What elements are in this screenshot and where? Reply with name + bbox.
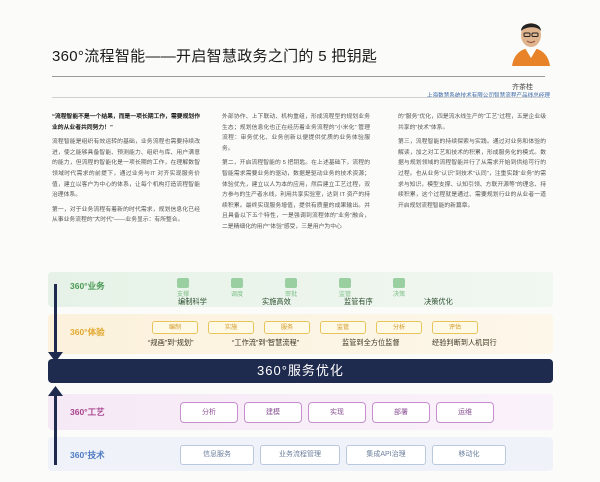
technology-chip: 信息服务 [180,445,254,465]
business-item-dispatch: 调度 [226,278,248,298]
article-column-1: “流程智能不是一个结果，而是一项长期工作，需要规划作业的从业者共同努力！” 流程… [52,112,200,230]
experience-chip: 编制 [152,321,198,334]
experience-band [48,314,553,354]
process-chip: 建模 [244,402,302,423]
support-icon [177,278,189,288]
paragraph: 外部协作、上下联动、机构重组，形成流程型的规划业务生态；规划信息化也正在经历着业… [222,114,370,152]
process-chip: 实现 [308,402,366,423]
article-column-2: 外部协作、上下联动、机构重组，形成流程型的规划业务生态；规划信息化也正在经历着业… [222,112,370,237]
approval-icon [285,278,297,288]
paragraph: 第一，对于业务流程有着新的时代需求，规划信息化已经从事业务流程的“大时代”——业… [52,206,200,224]
process-chip: 分析 [180,402,238,423]
business-outcome: 决策优化 [424,297,453,306]
article-title: 360°流程智能——开启智慧政务之门的 5 把钥匙 [52,48,378,65]
arrow-up-shaft [54,395,57,465]
technology-chip: 移动化 [432,445,506,465]
business-item-support: 支撑 [172,278,194,298]
decision-icon [393,278,405,288]
header-bottom-divider [52,97,545,98]
technology-chip: 集成API治理 [346,445,426,465]
technology-chip: 业务流程管理 [260,445,340,465]
technology-label: 360°技术 [70,450,105,460]
author-photo [508,14,554,66]
business-outcome: 实施高效 [262,297,291,306]
arrow-down-shaft [54,284,57,354]
experience-chip: 评估 [432,321,478,334]
experience-outcome: 经验判断到人机同行 [432,338,497,347]
title-divider [52,76,545,77]
business-item-supervision: 监管 [334,278,356,298]
business-item-approval: 审批 [280,278,302,298]
experience-chip: 分析 [376,321,422,334]
experience-label: 360°体验 [70,327,105,337]
process-chip: 运维 [436,402,494,423]
paragraph: 第二，开启流程智能的 5 把钥匙。在上述基础下，流程的智能需求需要业务的驱动，数… [222,160,370,230]
experience-chip: 监管 [320,321,366,334]
process-chip: 部署 [372,402,430,423]
business-label: 360°业务 [70,281,105,291]
paragraph: 的“服务”优化，四是流水线生产的“工艺”过程，五是企业级共享的“技术”体系。 [398,114,546,131]
business-outcome: 编制科学 [178,297,207,306]
experience-outcome: “工作流”到“智慧流程” [232,338,300,347]
paragraph: 流程智能是组织有效运转的基础，业务流程也需要持续改进，使之能够具备智能、预测能力… [52,139,200,199]
supervision-icon [339,278,351,288]
business-item-decision: 决策 [388,278,410,298]
pull-quote: “流程智能不是一个结果，而是一项长期工作，需要规划作业的从业者共同努力！” [52,114,200,131]
experience-chip: 实施 [208,321,254,334]
service-optimization-label: 360°服务优化 [257,363,344,378]
experience-chip: 服务 [264,321,310,334]
article-column-3: 的“服务”优化，四是流水线生产的“工艺”过程，五是企业级共享的“技术”体系。 第… [398,112,546,215]
paragraph: 第三，流程智能的持续探索与实践。通过对业务和体验的解读，加之对工艺和技术的积累，… [398,139,546,209]
business-outcome: 监管有序 [344,297,373,306]
experience-outcome: 监管到全方位监督 [342,338,400,347]
experience-outcome: “规画”到“规划” [148,338,194,347]
process-label: 360°工艺 [70,407,105,417]
dispatch-icon [231,278,243,288]
